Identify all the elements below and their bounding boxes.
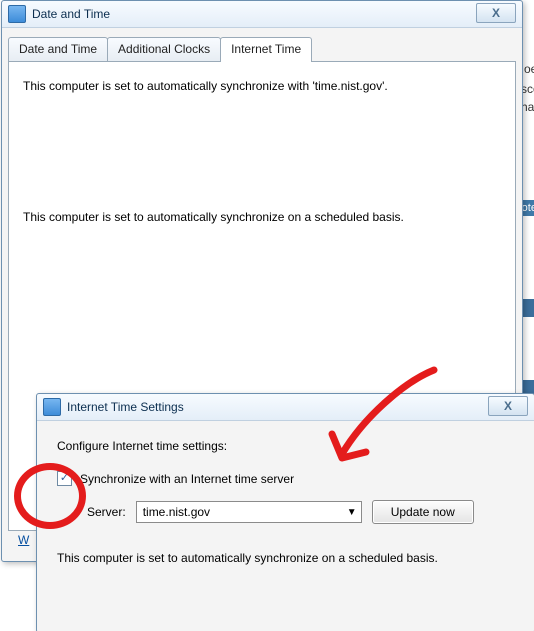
tab-label: Internet Time [231, 42, 301, 56]
close-button[interactable]: X [488, 396, 528, 416]
tab-strip: Date and Time Additional Clocks Internet… [2, 28, 522, 61]
titlebar[interactable]: Date and Time X [2, 1, 522, 28]
tab-additional-clocks[interactable]: Additional Clocks [107, 37, 221, 61]
synchronize-checkbox[interactable] [57, 471, 72, 486]
window-title: Internet Time Settings [67, 400, 184, 414]
close-icon: X [504, 399, 512, 413]
window-title: Date and Time [32, 7, 110, 21]
clock-icon [8, 5, 26, 23]
server-label: Server: [87, 505, 126, 519]
update-now-button[interactable]: Update now [372, 500, 474, 524]
tab-internet-time[interactable]: Internet Time [220, 37, 312, 62]
tab-label: Date and Time [19, 42, 97, 56]
close-button[interactable]: X [476, 3, 516, 23]
sync-message: This computer is set to automatically sy… [23, 78, 501, 95]
tab-label: Additional Clocks [118, 42, 210, 56]
tab-date-and-time[interactable]: Date and Time [8, 37, 108, 61]
dialog-body: Configure Internet time settings: Synchr… [37, 421, 534, 589]
synchronize-label: Synchronize with an Internet time server [80, 472, 294, 486]
schedule-message: This computer is set to automatically sy… [23, 209, 501, 226]
server-combobox[interactable]: time.nist.gov ▼ [136, 501, 362, 523]
close-icon: X [492, 6, 500, 20]
server-value: time.nist.gov [143, 505, 210, 519]
help-link-fragment[interactable]: W [18, 533, 29, 547]
status-message: This computer is set to automatically sy… [57, 550, 514, 567]
configure-heading: Configure Internet time settings: [57, 439, 514, 453]
internet-time-settings-window: Internet Time Settings X Configure Inter… [36, 393, 534, 631]
button-label: Update now [391, 505, 455, 519]
clock-icon [43, 398, 61, 416]
chevron-down-icon: ▼ [347, 507, 357, 518]
titlebar[interactable]: Internet Time Settings X [37, 394, 534, 421]
